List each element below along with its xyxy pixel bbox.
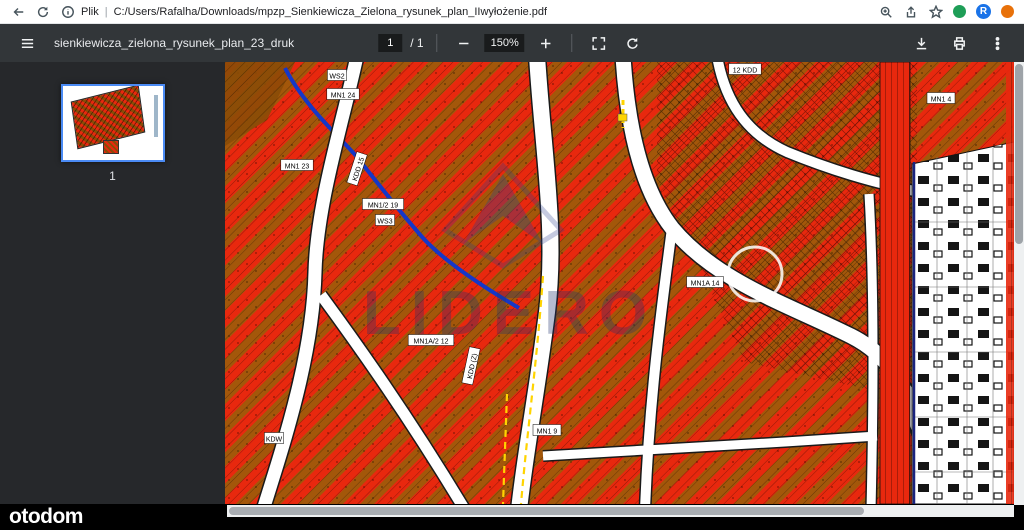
svg-text:KDW: KDW <box>266 437 283 444</box>
url-separator: | <box>105 6 108 18</box>
browser-actions: R <box>878 4 1014 19</box>
page-thumbnail[interactable] <box>61 84 165 162</box>
map-label: KDW <box>264 433 283 444</box>
menu-button[interactable] <box>14 30 40 56</box>
svg-text:12 KDD: 12 KDD <box>733 68 758 75</box>
map-label: WS3 <box>375 215 394 226</box>
fit-page-button[interactable] <box>586 30 612 56</box>
svg-text:MN1 4: MN1 4 <box>931 97 952 104</box>
page-info-icon[interactable] <box>60 4 75 19</box>
pdf-controls: / 1 150% <box>378 30 645 56</box>
url-text: C:/Users/Rafalha/Downloads/mpzp_Sienkiew… <box>114 6 548 18</box>
extension-icon[interactable] <box>953 5 966 18</box>
thumbnail-map-fragment <box>103 140 119 154</box>
svg-text:MN1 9: MN1 9 <box>537 429 558 436</box>
pdf-toolbar: sienkiewicza_zielona_rysunek_plan_23_dru… <box>0 24 1024 62</box>
print-icon[interactable] <box>946 30 972 56</box>
pdf-page-map[interactable]: LIDERO WS2MN1 24MN1 23KDD 15MN1/2 19WS3M… <box>225 62 1014 504</box>
zoom-in-button[interactable] <box>533 30 559 56</box>
thumbnail-page-number: 1 <box>0 169 225 183</box>
svg-text:MN1 24: MN1 24 <box>331 93 356 100</box>
page-count-label: / 1 <box>410 36 423 50</box>
vertical-scrollbar-thumb[interactable] <box>1015 64 1023 244</box>
back-icon[interactable] <box>10 4 25 19</box>
svg-text:MN1A/2 12: MN1A/2 12 <box>413 339 448 346</box>
divider <box>437 34 438 52</box>
rotate-button[interactable] <box>620 30 646 56</box>
zoom-out-button[interactable] <box>451 30 477 56</box>
map-label: MN1 9 <box>533 425 561 436</box>
page-number-input[interactable] <box>378 34 402 52</box>
map-label: WS2 <box>327 70 346 81</box>
pdf-actions <box>908 30 1010 56</box>
bookmark-star-icon[interactable] <box>928 4 943 19</box>
download-icon[interactable] <box>908 30 934 56</box>
svg-text:WS3: WS3 <box>377 219 392 226</box>
profile-avatar[interactable]: R <box>976 4 991 19</box>
thumbnail-scroll-hint <box>154 95 158 137</box>
svg-text:MN1/2 19: MN1/2 19 <box>368 203 398 210</box>
map-label: MN1 4 <box>927 93 955 104</box>
map-label: MN1 24 <box>327 89 359 100</box>
document-title: sienkiewicza_zielona_rysunek_plan_23_dru… <box>54 36 294 50</box>
map-label: MN1/2 19 <box>362 199 403 210</box>
more-options-icon[interactable] <box>984 30 1010 56</box>
svg-text:WS2: WS2 <box>329 74 344 81</box>
share-icon[interactable] <box>903 4 918 19</box>
divider <box>572 34 573 52</box>
horizontal-scrollbar[interactable] <box>227 505 1014 517</box>
otodom-logo: otodom <box>9 505 83 529</box>
url-prefix-label: Plik <box>81 6 99 18</box>
vertical-scrollbar[interactable] <box>1014 62 1024 505</box>
map-label: 12 KDD <box>729 64 761 75</box>
horizontal-scrollbar-thumb[interactable] <box>229 507 864 515</box>
url-bar[interactable]: Plik | C:/Users/Rafalha/Downloads/mpzp_S… <box>60 4 547 19</box>
svg-text:MN1 23: MN1 23 <box>285 164 310 171</box>
thumbnail-sidebar: 1 <box>0 62 225 504</box>
refresh-icon[interactable] <box>35 4 50 19</box>
watermark-text: LIDERO <box>363 279 657 348</box>
zoom-level: 150% <box>485 34 525 52</box>
map-label: MN1A/2 12 <box>408 335 454 346</box>
map-label: MN1A 14 <box>687 277 724 288</box>
browser-bar: Plik | C:/Users/Rafalha/Downloads/mpzp_S… <box>0 0 1024 24</box>
zoom-search-icon[interactable] <box>878 4 893 19</box>
browser-menu-icon[interactable] <box>1001 5 1014 18</box>
map-label: MN1 23 <box>281 160 313 171</box>
svg-text:MN1A 14: MN1A 14 <box>691 281 720 288</box>
